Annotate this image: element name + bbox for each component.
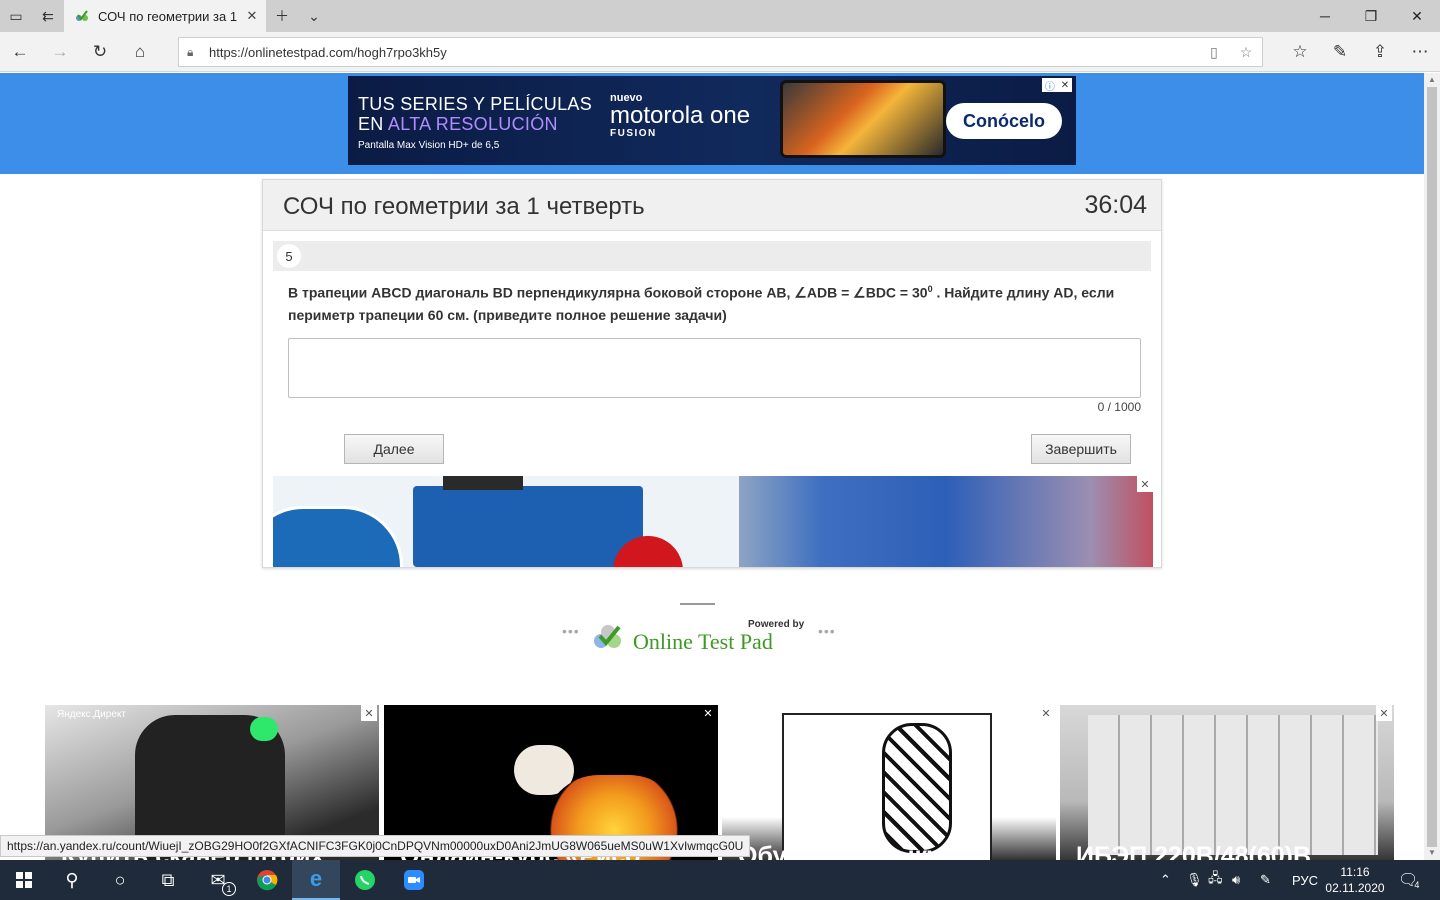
minimize-icon[interactable]: ─ [1302, 0, 1348, 32]
pen-workspace-icon[interactable]: ✎ [1260, 860, 1271, 900]
windows-taskbar: ⚲ ○ ⧉ ✉ 1 e ⌃ 🎙︎ 🖧︎ 🔊︎ ✎ РУС 11:16 02.11.… [0, 860, 1440, 900]
tab-list-chevron-icon[interactable]: ⌄ [298, 0, 330, 32]
finish-button[interactable]: Завершить [1031, 434, 1131, 464]
ad-info-close-icon[interactable]: ⓘ ✕ [1042, 78, 1072, 93]
clock-time: 11:16 [1340, 865, 1370, 879]
share-icon[interactable]: ⇪ [1360, 32, 1400, 72]
onlinetestpad-logo-icon[interactable] [592, 621, 624, 653]
volume-icon[interactable]: 🔊︎ [1232, 860, 1240, 900]
notifications-icon[interactable]: 🗨︎ 4 [1398, 860, 1419, 900]
ad-close-icon[interactable]: ✕ [361, 705, 377, 721]
scanner-light [250, 717, 278, 741]
next-button[interactable]: Далее [344, 434, 444, 464]
tab-title: СОЧ по геометрии за 1 [98, 8, 238, 24]
ad-card-title: ИБЭП 220В/48(60)В [1076, 842, 1312, 860]
cortana-icon[interactable]: ○ [96, 860, 144, 900]
illustration-figure [882, 723, 952, 853]
mail-badge: 1 [222, 882, 236, 896]
onlinetestpad-favicon-icon [74, 8, 90, 24]
edge-icon[interactable]: e [292, 860, 340, 900]
ad-line-2: EN ALTA RESOLUCIÓN [358, 114, 558, 134]
machine-ad-image[interactable] [273, 476, 739, 567]
system-clock[interactable]: 11:16 02.11.2020 [1322, 864, 1388, 896]
tab-close-icon[interactable]: ✕ [238, 8, 266, 24]
mail-icon[interactable]: ✉ 1 [194, 860, 242, 900]
dots-right: ••• [818, 623, 836, 639]
chrome-icon[interactable] [243, 860, 291, 900]
ad-card-power[interactable]: ИБЭП 220В/48(60)В ✕ [1060, 705, 1394, 860]
dots-left: ••• [562, 623, 580, 639]
favorites-icon[interactable]: ☆ [1280, 32, 1320, 72]
ad-cta-button[interactable]: Conócelo [946, 103, 1062, 139]
task-view-icon[interactable]: ⧉ [144, 860, 192, 900]
panel-header: СОЧ по геометрии за 1 четверть 36:04 [263, 180, 1161, 231]
restore-icon[interactable]: ❐ [1348, 0, 1394, 32]
footer-divider [680, 603, 715, 605]
more-icon[interactable]: ⋯ [1400, 32, 1440, 72]
reading-view-icon[interactable]: ▯ [1198, 44, 1230, 61]
page-scrollbar[interactable]: ▲ ▼ [1424, 73, 1440, 860]
ad-close-icon[interactable]: ✕ [1376, 705, 1392, 721]
url-text: https://onlinetestpad.com/hogh7rpo3kh5y [209, 44, 447, 60]
ad-circle-shape [273, 506, 403, 567]
refresh-icon[interactable]: ↻ [80, 32, 120, 72]
test-title: СОЧ по геометрии за 1 четверть [283, 193, 645, 220]
ad-phone-image [780, 80, 946, 158]
ad-small-text: Pantalla Max Vision HD+ de 6,5 [358, 140, 500, 151]
clock-date: 02.11.2020 [1325, 881, 1385, 895]
favorite-star-icon[interactable]: ☆ [1230, 44, 1262, 61]
page-viewport: TUS SERIES Y PELÍCULAS EN ALTA RESOLUCIÓ… [0, 73, 1424, 860]
forward-icon[interactable]: → [40, 32, 80, 72]
question-number: 5 [277, 244, 301, 268]
ad-card-title: Обучение языку [738, 842, 941, 860]
ad-line-1: TUS SERIES Y PELÍCULAS [358, 94, 593, 114]
close-window-icon[interactable]: ✕ [1394, 0, 1440, 32]
home-icon[interactable]: ⌂ [120, 32, 160, 72]
pen-icon[interactable]: ✎ [1320, 32, 1360, 72]
question-bar: 5 [273, 241, 1151, 271]
active-tab[interactable]: СОЧ по геометрии за 1 ✕ [64, 0, 266, 32]
scroll-down-icon[interactable]: ▼ [1424, 846, 1440, 860]
onlinetestpad-brand[interactable]: Online Test Pad [633, 629, 773, 655]
link-status-bar: https://an.yandex.ru/count/WiuejI_zOBG29… [0, 835, 751, 857]
header-band: TUS SERIES Y PELÍCULAS EN ALTA RESOLUCIÓ… [0, 73, 1424, 174]
ad-fusion: FUSION [610, 128, 657, 139]
answer-textarea[interactable] [288, 338, 1141, 398]
char-counter: 0 / 1000 [1097, 400, 1141, 414]
search-icon[interactable]: ⚲ [48, 860, 96, 900]
language-indicator[interactable]: РУС [1292, 860, 1318, 900]
tab-actions-icon[interactable]: ▭ [0, 0, 32, 32]
top-banner-ad[interactable]: TUS SERIES Y PELÍCULAS EN ALTA RESOLUCIÓ… [348, 76, 1076, 165]
whatsapp-icon[interactable] [341, 860, 389, 900]
rack-shape [1088, 715, 1378, 855]
ad-close-icon[interactable]: ✕ [1137, 476, 1153, 492]
set-aside-tabs-icon[interactable]: ⇇ [32, 0, 64, 32]
tray-chevron-icon[interactable]: ⌃ [1160, 860, 1171, 900]
scroll-thumb[interactable] [1427, 87, 1437, 847]
question-text: В трапеции ABCD диагональ BD перпендикул… [288, 284, 1115, 323]
notification-badge: 4 [1414, 880, 1420, 890]
test-panel: СОЧ по геометрии за 1 четверть 36:04 5 В… [262, 179, 1162, 568]
ad-close-icon[interactable]: ✕ [700, 705, 716, 721]
browser-tab-bar: ▭ ⇇ СОЧ по геометрии за 1 ✕ ＋ ⌄ ─ ❐ ✕ [0, 0, 1440, 32]
ad-brand: motorola one [610, 102, 751, 129]
machine-shape [413, 486, 643, 567]
browser-toolbar: ← → ↻ ⌂ 🔒︎ https://onlinetestpad.com/hog… [0, 32, 1440, 72]
back-icon[interactable]: ← [0, 32, 40, 72]
lock-icon: 🔒︎ [187, 44, 194, 59]
windows-start-icon[interactable] [0, 860, 48, 900]
yandex-direct-label: Яндекс.Директ [57, 709, 126, 720]
new-tab-icon[interactable]: ＋ [266, 0, 298, 32]
ad-card-language[interactable]: Обучение языку ✕ [722, 705, 1056, 860]
ad-close-icon[interactable]: ✕ [1038, 705, 1054, 721]
machine-top-shape [443, 476, 523, 490]
blurred-ad-image[interactable] [739, 476, 1153, 567]
zoom-icon[interactable] [390, 860, 438, 900]
timer: 36:04 [1084, 191, 1147, 219]
scroll-up-icon[interactable]: ▲ [1424, 73, 1440, 87]
microphone-icon[interactable]: 🎙︎ [1186, 860, 1203, 900]
address-bar[interactable]: 🔒︎ https://onlinetestpad.com/hogh7rpo3kh… [178, 37, 1263, 67]
network-icon[interactable]: 🖧︎ [1208, 860, 1223, 900]
